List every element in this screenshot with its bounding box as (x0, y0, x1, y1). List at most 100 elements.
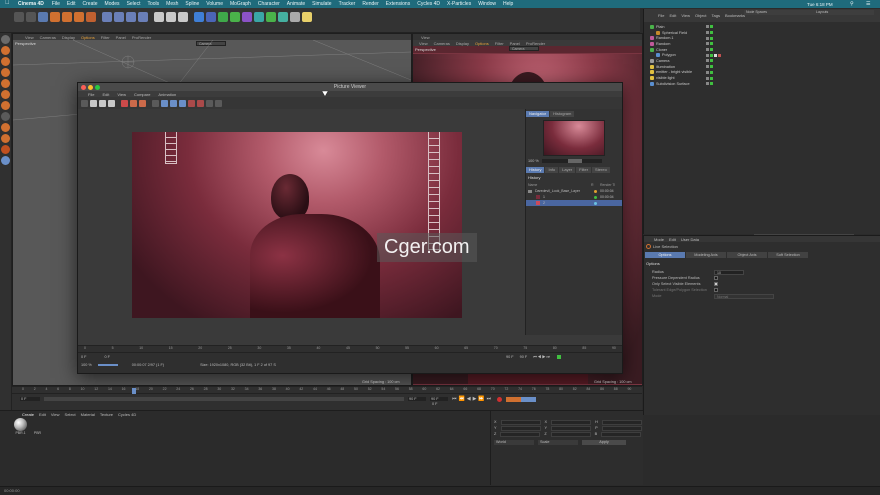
menu-character[interactable]: Character (258, 1, 280, 7)
menu-tracker[interactable]: Tracker (339, 1, 356, 7)
menu-volume[interactable]: Volume (206, 1, 223, 7)
tolerant-checkbox[interactable] (714, 288, 718, 292)
object-flags[interactable] (706, 25, 713, 29)
coord-input[interactable] (601, 419, 642, 425)
mm-menu-material[interactable]: Material (81, 412, 95, 417)
vp2-menu-cameras[interactable]: Cameras (434, 41, 450, 46)
channel-a-icon[interactable] (179, 99, 186, 107)
mm-menu-view[interactable]: View (51, 412, 60, 417)
menu-modes[interactable]: Modes (105, 1, 120, 7)
menu-cycles4d[interactable]: Cycles 4D (417, 1, 440, 7)
fullscreen-icon[interactable] (215, 99, 222, 107)
tab-modeling-axis[interactable]: Modeling Axis (686, 252, 726, 258)
pv-frame-end[interactable]: 90 F (506, 355, 514, 359)
recent-tools-icon[interactable] (86, 12, 96, 22)
pressure-checkbox[interactable] (714, 276, 718, 280)
node-spaces-select[interactable]: Node Spaces (744, 10, 814, 15)
record-icon[interactable] (497, 396, 503, 402)
vp2-menu-prorender[interactable]: ProRender (526, 41, 545, 46)
pv-frame-cur[interactable]: 0 F (105, 355, 111, 359)
scene-icon[interactable] (266, 12, 276, 22)
navigator-thumbnail[interactable] (543, 120, 605, 156)
coordinate-system-icon[interactable] (138, 12, 148, 22)
coord-input[interactable] (601, 425, 642, 431)
menu-animate[interactable]: Animate (287, 1, 305, 7)
menu-list-icon[interactable]: ☰ (866, 1, 870, 7)
move-icon[interactable] (50, 12, 60, 22)
vp2-menu-options[interactable]: Options (475, 41, 489, 46)
close-window-icon[interactable] (81, 84, 86, 90)
pv-frame-start[interactable]: 0 F (81, 355, 87, 359)
pv-menu-edit[interactable]: Edit (102, 92, 109, 97)
render-icon[interactable] (90, 99, 97, 107)
om-menu-object[interactable]: Object (695, 13, 707, 18)
timeline-current-frame[interactable]: 0 F (432, 402, 438, 406)
timeline-end[interactable]: 90 F (408, 397, 426, 401)
coord-input[interactable] (551, 425, 592, 431)
vp2-menu-view[interactable]: View (419, 41, 428, 46)
vp-menu-display[interactable]: Display (62, 35, 75, 40)
menu-mesh[interactable]: Mesh (166, 1, 178, 7)
menu-render[interactable]: Render (362, 1, 378, 7)
vp2-menu-filter[interactable]: Filter (495, 41, 504, 46)
vp-menu-cameras[interactable]: Cameras (40, 35, 56, 40)
mm-menu-cycles4d[interactable]: Cycles 4D (118, 412, 136, 417)
om-menu-view[interactable]: View (681, 13, 690, 18)
subdivision-icon[interactable] (218, 12, 228, 22)
pv-menu-animation[interactable]: Animation (158, 92, 176, 97)
camera-icon[interactable] (290, 12, 300, 22)
pv-zoom-level[interactable]: 100 % (81, 363, 92, 367)
picture-viewer-titlebar[interactable]: Picture Viewer (78, 83, 622, 91)
zoom-window-icon[interactable] (95, 84, 100, 90)
scale-select[interactable]: Scale (538, 439, 578, 445)
vp2-menu-display[interactable]: Display (456, 41, 469, 46)
mm-menu-create[interactable]: Create (22, 412, 34, 417)
object-flags[interactable] (706, 59, 713, 63)
pv-menu-compare[interactable]: Compare (134, 92, 150, 97)
object-flags[interactable] (706, 53, 721, 57)
snap-icon[interactable] (1, 123, 10, 132)
am-menu-user-data[interactable]: User Data (681, 237, 699, 242)
coord-input[interactable] (550, 431, 591, 437)
tab-soft-selection[interactable]: Soft Selection (768, 252, 808, 258)
tab-history[interactable]: History (526, 167, 545, 173)
menu-select[interactable]: Select (127, 1, 141, 7)
material-swatch[interactable]: PBR.1 (14, 418, 27, 435)
pv-fps[interactable]: 90 F (520, 355, 528, 359)
tab-options[interactable]: Options (645, 252, 685, 258)
tab-histogram[interactable]: Histogram (550, 111, 575, 117)
cube-icon[interactable] (194, 12, 204, 22)
render-region-icon[interactable] (99, 99, 106, 107)
channel-b-icon[interactable] (170, 99, 177, 107)
am-menu-edit[interactable]: Edit (669, 237, 676, 242)
object-row[interactable]: Subdivision Surface (650, 81, 880, 87)
axis-mode-icon[interactable] (1, 112, 10, 121)
make-editable-icon[interactable] (1, 35, 10, 44)
camera-selector-right[interactable]: Camera (509, 46, 539, 51)
model-mode-icon[interactable] (1, 46, 10, 55)
tab-navigator[interactable]: Navigator (526, 111, 550, 117)
minimize-window-icon[interactable] (88, 84, 93, 90)
vp-menu-filter[interactable]: Filter (101, 35, 110, 40)
timeline-start[interactable]: 0 F (20, 397, 40, 401)
history-row-selected[interactable]: 2 (526, 200, 622, 206)
object-flags[interactable] (706, 70, 713, 74)
object-flags[interactable] (706, 42, 713, 46)
am-menu-mode[interactable]: Mode (654, 237, 664, 242)
texture-mode-icon[interactable] (1, 57, 10, 66)
timeline-end2[interactable]: 90 F (430, 397, 448, 401)
menu-tools[interactable]: Tools (147, 1, 159, 7)
tab-filter[interactable]: Filter (576, 167, 592, 173)
scale-icon[interactable] (62, 12, 72, 22)
apple-icon[interactable]:  (5, 0, 10, 6)
rotate-icon[interactable] (74, 12, 84, 22)
coord-input[interactable] (551, 419, 592, 425)
lock-workplane-icon[interactable] (1, 134, 10, 143)
only-visible-checkbox[interactable] (714, 282, 718, 286)
stop-render-icon[interactable] (108, 99, 115, 107)
channel-r-icon[interactable] (152, 99, 159, 107)
menu-mograph[interactable]: MoGraph (230, 1, 251, 7)
redo-icon[interactable] (26, 12, 36, 22)
stereo-icon[interactable] (188, 99, 195, 107)
vp-menu-options[interactable]: Options (81, 35, 95, 40)
